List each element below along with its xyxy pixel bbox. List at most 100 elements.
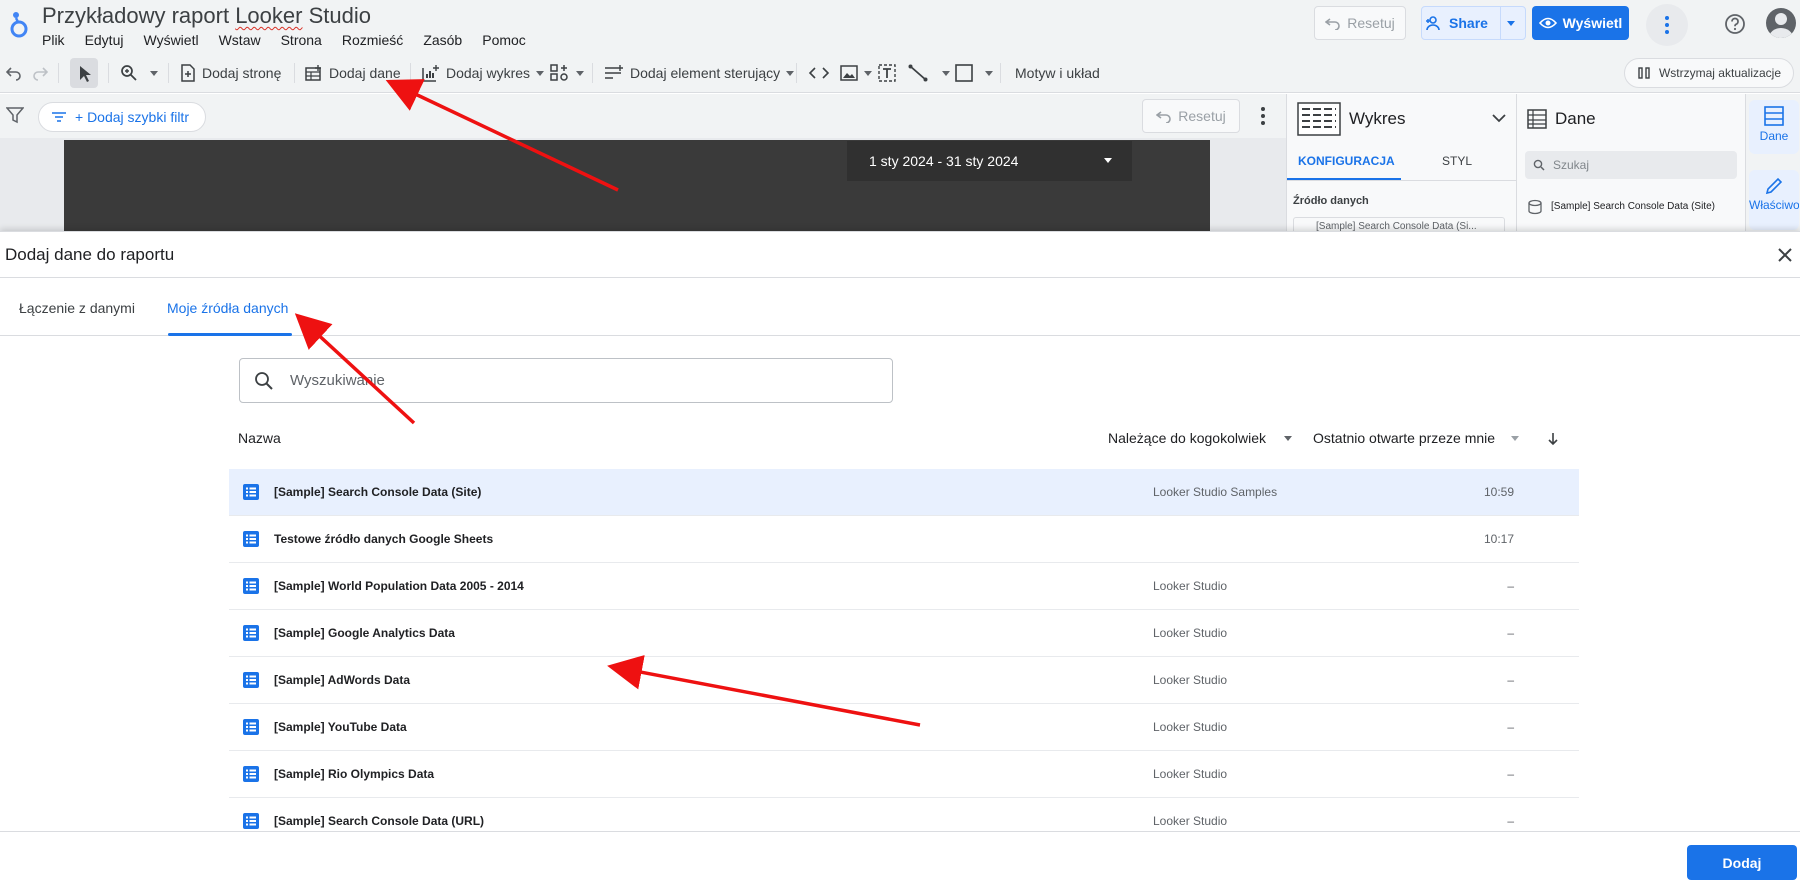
data-source-icon — [243, 578, 259, 594]
data-source-label: Źródło danych — [1293, 195, 1369, 207]
data-search-placeholder: Szukaj — [1553, 158, 1590, 172]
chevron-down-icon — [1283, 435, 1292, 441]
column-name[interactable]: Nazwa — [238, 430, 281, 446]
data-source-owner: Looker Studio — [1153, 579, 1228, 593]
table-chart-icon — [1297, 102, 1341, 136]
sort-last-opened[interactable]: Ostatnio otwarte przeze mnie — [1313, 430, 1520, 446]
redo-icon[interactable] — [32, 65, 48, 81]
reset-filters-button[interactable]: Resetuj — [1142, 99, 1240, 133]
more-options-button[interactable] — [1646, 4, 1688, 46]
list-item[interactable]: [Sample] Rio Olympics Data Looker Studio – — [229, 751, 1579, 798]
avatar[interactable] — [1766, 8, 1796, 38]
list-item[interactable]: [Sample] World Population Data 2005 - 20… — [229, 563, 1579, 610]
list-item[interactable]: [Sample] Google Analytics Data Looker Stu… — [229, 610, 1579, 657]
share-dropdown-icon[interactable] — [1499, 6, 1522, 40]
view-button[interactable]: Wyświetl — [1532, 6, 1629, 40]
tab-my-data-sources[interactable]: Moje źródła danych — [167, 300, 288, 316]
data-source-owner: Looker Studio — [1153, 814, 1228, 828]
tab-connect-to-data[interactable]: Łączenie z danymi — [19, 300, 135, 316]
theme-layout-button[interactable]: Motyw i układ — [1015, 61, 1100, 85]
tab-style[interactable]: STYL — [1442, 154, 1472, 168]
data-source-icon — [243, 484, 259, 500]
date-range-control[interactable]: 1 sty 2024 - 31 sty 2024 — [847, 141, 1132, 181]
report-canvas: + Dodaj szybki filtr Resetuj 1 sty 2024 … — [0, 94, 1286, 231]
list-item[interactable]: Testowe źródło danych Google Sheets 10:17 — [229, 516, 1579, 563]
data-source-last-opened: – — [1507, 720, 1514, 734]
data-source-icon — [243, 719, 259, 735]
image-button[interactable] — [840, 61, 872, 85]
list-item[interactable]: [Sample] YouTube Data Looker Studio – — [229, 704, 1579, 751]
pause-updates-label: Wstrzymaj aktualizacje — [1658, 66, 1782, 80]
data-source-item[interactable]: [Sample] Search Console Data (Site) — [1551, 201, 1715, 212]
add-chart-button[interactable]: Dodaj wykres — [422, 61, 545, 85]
eye-icon — [1538, 17, 1557, 29]
data-source-icon — [1528, 199, 1542, 215]
filter-list-icon — [52, 112, 66, 122]
rail-item-data[interactable]: Dane — [1749, 100, 1799, 154]
share-button[interactable]: Share — [1421, 6, 1526, 40]
editor-toolbar: Dodaj stronę Dodaj dane Dodaj wykres Dod… — [0, 53, 1800, 93]
owner-filter-dropdown[interactable]: Należące do kogokolwiek — [1108, 430, 1292, 446]
pause-updates-button[interactable]: Wstrzymaj aktualizacje — [1624, 58, 1794, 88]
add-quick-filter-button[interactable]: + Dodaj szybki filtr — [38, 102, 206, 132]
add-data-button[interactable]: Dodaj dane — [305, 61, 401, 85]
control-icon — [605, 65, 623, 79]
dialog-title: Dodaj dane do raportu — [5, 245, 175, 264]
embed-code-icon[interactable] — [808, 65, 830, 81]
menu-arrange[interactable]: Rozmieść — [342, 32, 403, 48]
text-box-icon[interactable] — [878, 64, 896, 82]
data-source-owner: Looker Studio — [1153, 767, 1228, 781]
active-tab-indicator — [168, 333, 292, 336]
data-source-owner: Looker Studio — [1153, 626, 1228, 640]
data-search-input[interactable]: Szukaj — [1525, 151, 1737, 179]
shape-button[interactable] — [955, 61, 993, 85]
chevron-down-icon — [536, 70, 545, 76]
data-source-icon — [243, 625, 259, 641]
data-panel-title: Dane — [1555, 109, 1596, 128]
cursor-arrow-icon — [80, 66, 91, 82]
data-source-icon — [243, 531, 259, 547]
view-label: Wyświetl — [1562, 15, 1623, 31]
data-source-owner: Looker Studio — [1153, 720, 1228, 734]
add-page-icon — [181, 64, 195, 82]
line-button[interactable] — [908, 61, 950, 85]
more-vert-icon[interactable] — [1254, 104, 1272, 128]
close-icon[interactable] — [1775, 245, 1795, 265]
looker-studio-logo-icon[interactable] — [8, 10, 30, 40]
rail-properties-label: Właściwości — [1749, 198, 1799, 212]
help-icon[interactable] — [1722, 11, 1748, 37]
line-icon — [908, 64, 928, 82]
list-item[interactable]: [Sample] Search Console Data (Site) Looke… — [229, 469, 1579, 516]
data-table-icon — [1764, 106, 1784, 126]
data-source-list: [Sample] Search Console Data (Site) Looke… — [229, 469, 1579, 845]
add-data-icon — [305, 65, 321, 81]
menu-help[interactable]: Pomoc — [482, 32, 526, 48]
menu-page[interactable]: Strona — [281, 32, 322, 48]
rail-item-properties[interactable]: Właściwości — [1749, 170, 1799, 230]
menu-file[interactable]: Plik — [42, 32, 65, 48]
add-button[interactable]: Dodaj — [1687, 845, 1797, 880]
report-title[interactable]: Przykładowy raport Looker Studio — [42, 3, 371, 29]
add-control-button[interactable]: Dodaj element sterujący — [604, 61, 795, 85]
rail-data-label: Dane — [1759, 129, 1789, 143]
add-page-button[interactable]: Dodaj stronę — [180, 61, 281, 85]
select-tool-button[interactable] — [70, 58, 98, 88]
menu-resource[interactable]: Zasób — [423, 32, 462, 48]
app-header: Przykładowy raport Looker Studio Plik Ed… — [0, 0, 1800, 53]
tab-setup[interactable]: KONFIGURACJA — [1298, 154, 1395, 168]
arrow-down-icon[interactable] — [1547, 432, 1559, 446]
menu-edit[interactable]: Edytuj — [85, 32, 124, 48]
filter-icon[interactable] — [6, 106, 24, 124]
data-source-name: [Sample] Rio Olympics Data — [274, 767, 435, 781]
add-component-button[interactable] — [550, 61, 584, 85]
reset-button[interactable]: Resetuj — [1314, 6, 1406, 40]
search-input[interactable]: Wyszukiwanie — [239, 358, 893, 403]
chevron-down-icon[interactable] — [1491, 112, 1507, 124]
menu-view[interactable]: Wyświetl — [143, 32, 198, 48]
undo-icon[interactable] — [6, 65, 22, 81]
zoom-button[interactable] — [120, 61, 158, 85]
list-item[interactable]: [Sample] AdWords Data Looker Studio – — [229, 657, 1579, 704]
add-chart-label: Dodaj wykres — [446, 65, 531, 81]
table-header: Nazwa Należące do kogokolwiek Ostatnio o… — [229, 422, 1579, 458]
menu-insert[interactable]: Wstaw — [219, 32, 261, 48]
